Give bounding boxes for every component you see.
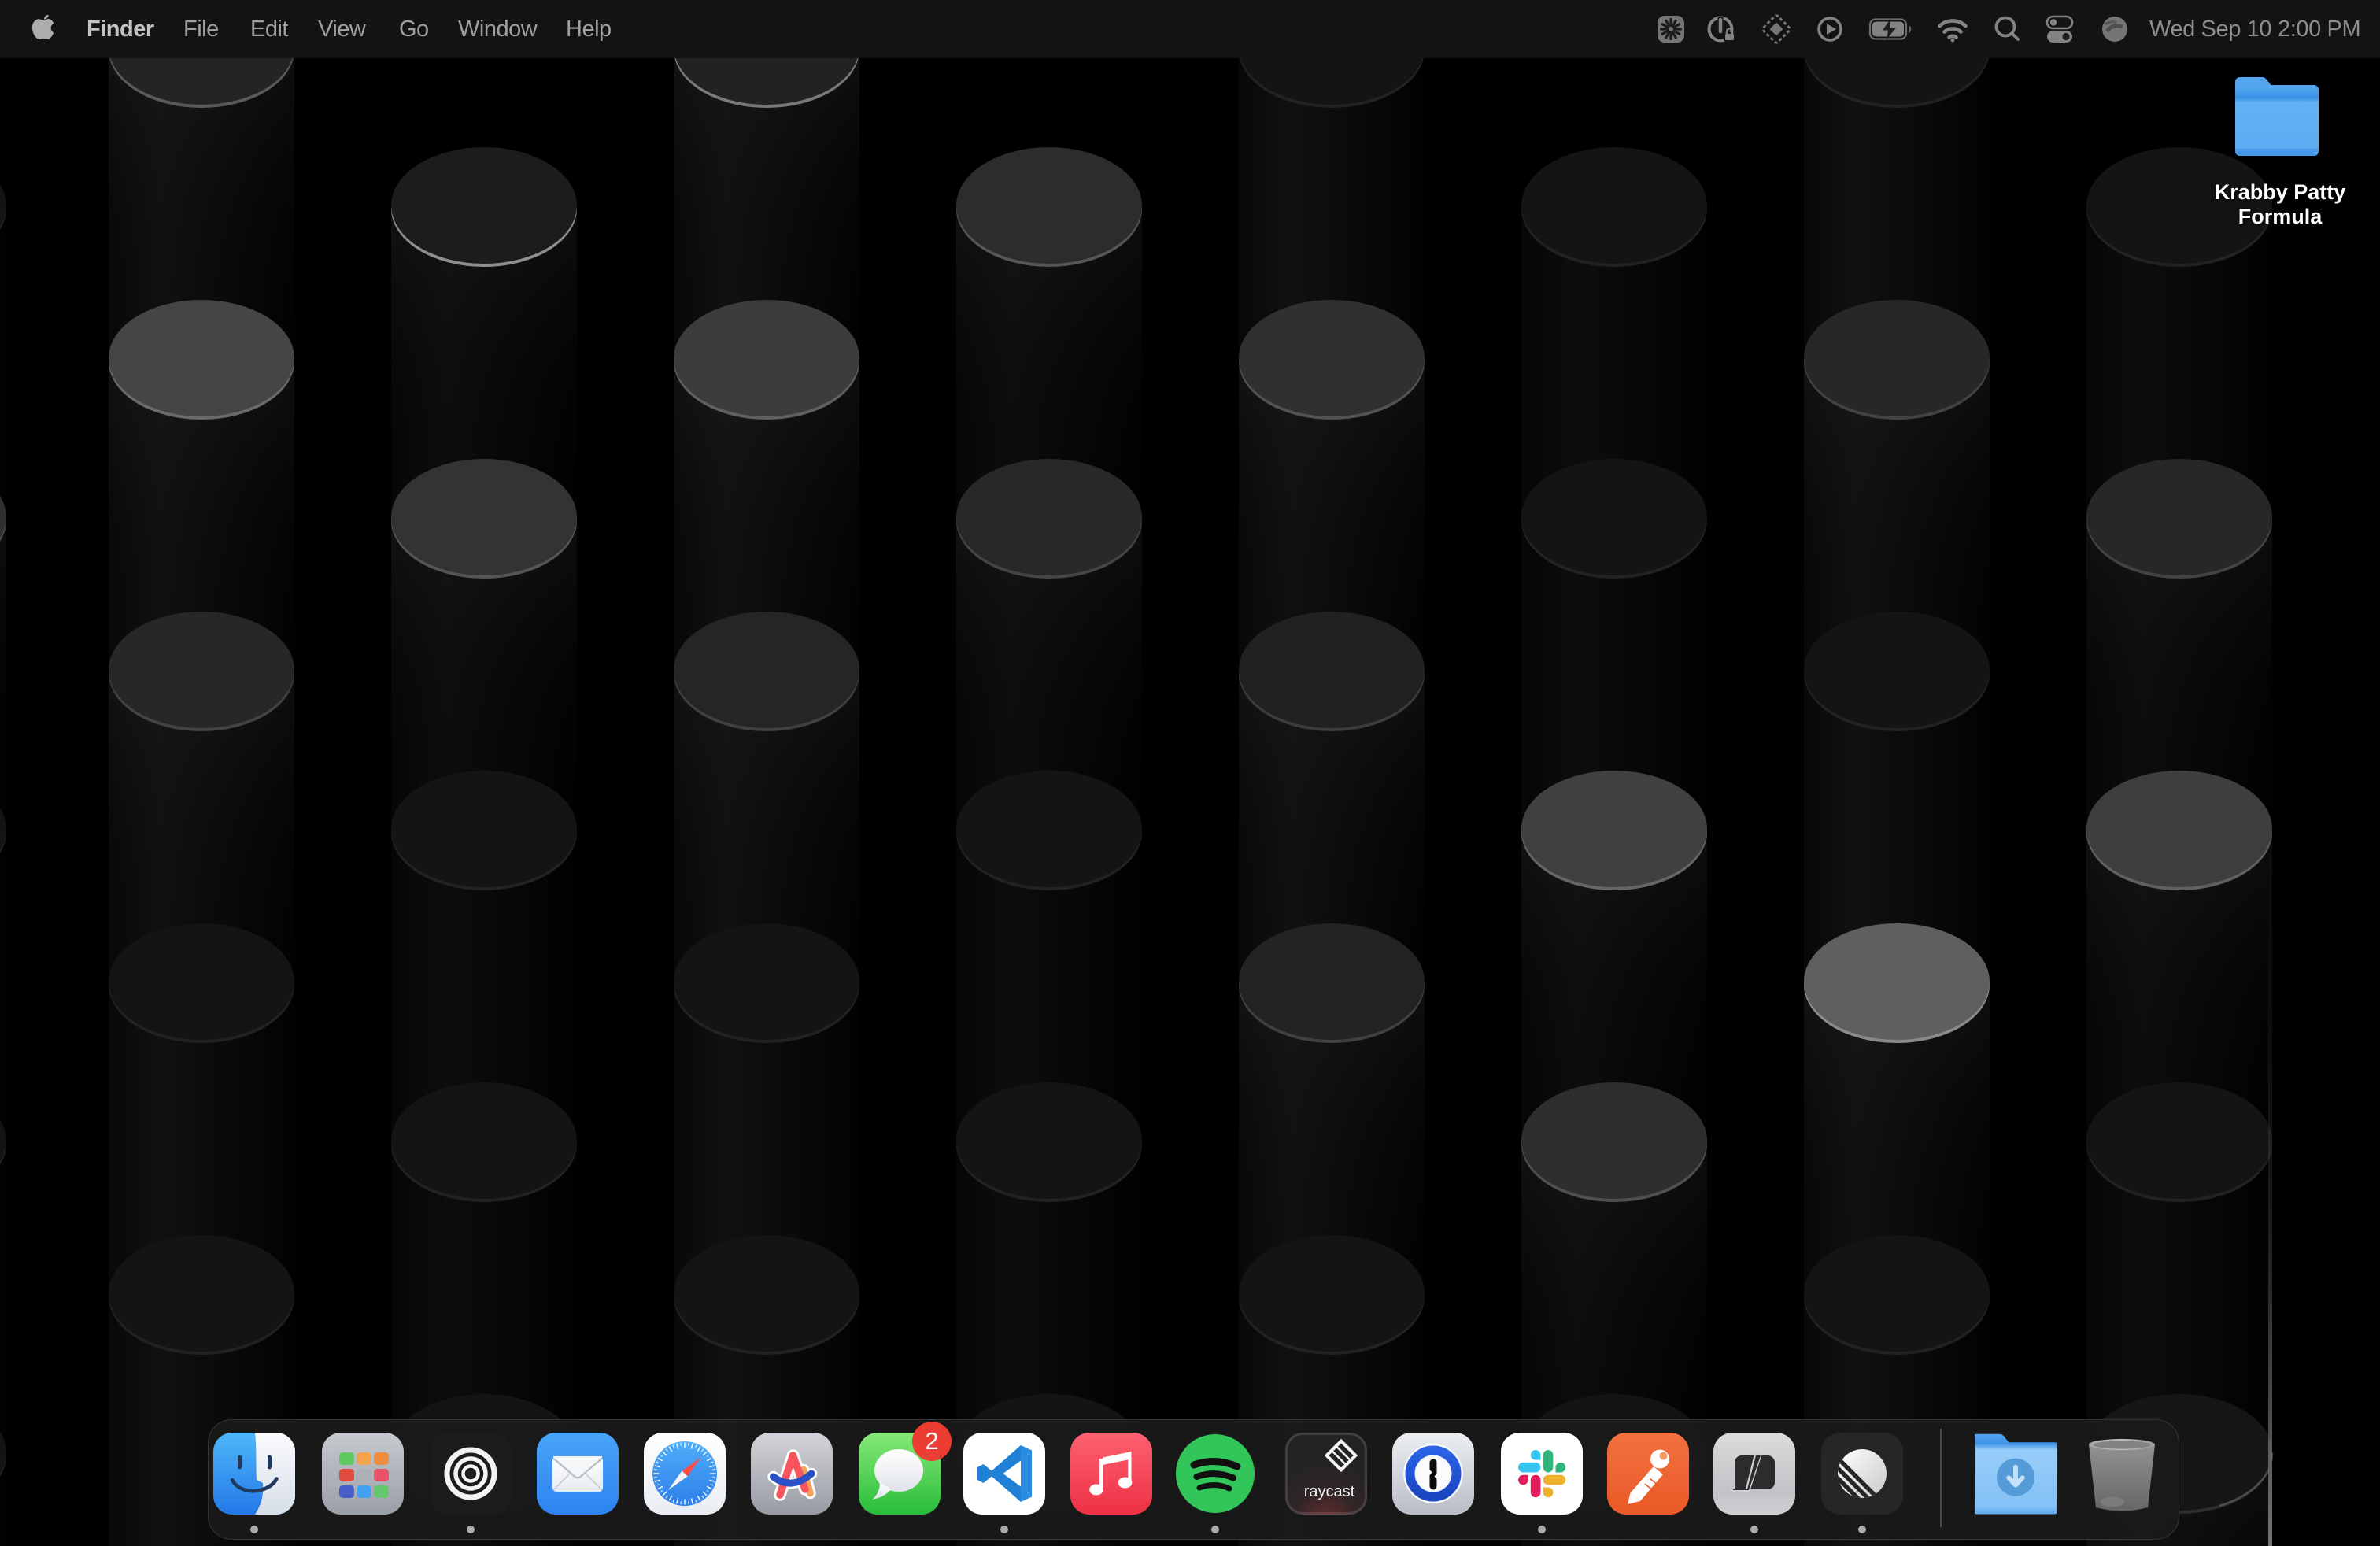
- svg-text:raycast: raycast: [1304, 1483, 1355, 1500]
